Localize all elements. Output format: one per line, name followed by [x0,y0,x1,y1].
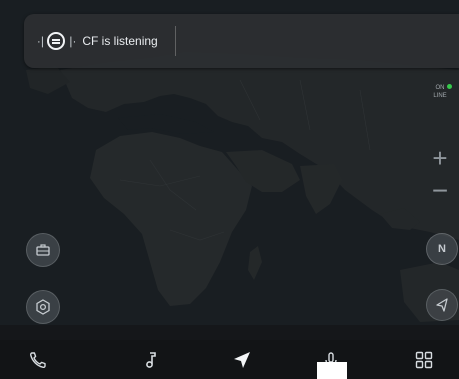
live-status-dot [447,84,452,89]
compass-button[interactable]: N [426,233,458,265]
zoom-out-button[interactable]: − [428,177,452,205]
briefcase-button[interactable] [26,233,60,267]
phone-icon [30,351,46,368]
sound-wave-left-icon: ·∣ [37,35,45,48]
apps-grid-icon [415,351,433,368]
music-note-icon [146,351,156,368]
nav-navigation-button[interactable] [216,340,268,379]
compass-label: N [438,243,446,255]
recenter-arrow-icon [436,298,448,312]
car-display-screen: ·∣ ∣· CF is listening ON LINE + − N [0,0,459,379]
nav-apps-button[interactable] [398,340,450,379]
settings-icon [36,299,50,315]
voice-status: ·∣ ∣· CF is listening [34,29,158,53]
nav-phone-button[interactable] [12,340,64,379]
voice-banner-divider [175,26,176,56]
nav-music-button[interactable] [125,340,177,379]
sound-wave-right-icon: ∣· [68,35,76,48]
bottom-navigation-bar [0,340,459,379]
recenter-button[interactable] [426,289,458,321]
voice-assistant-banner[interactable]: ·∣ ∣· CF is listening [24,14,459,68]
voice-status-text: CF is listening [82,34,158,48]
settings-button[interactable] [26,290,60,324]
zoom-in-button[interactable]: + [428,145,452,171]
briefcase-icon [36,244,50,256]
assistant-icon [47,32,66,50]
navigation-arrow-icon [234,351,250,368]
overlay-patch [317,362,347,379]
